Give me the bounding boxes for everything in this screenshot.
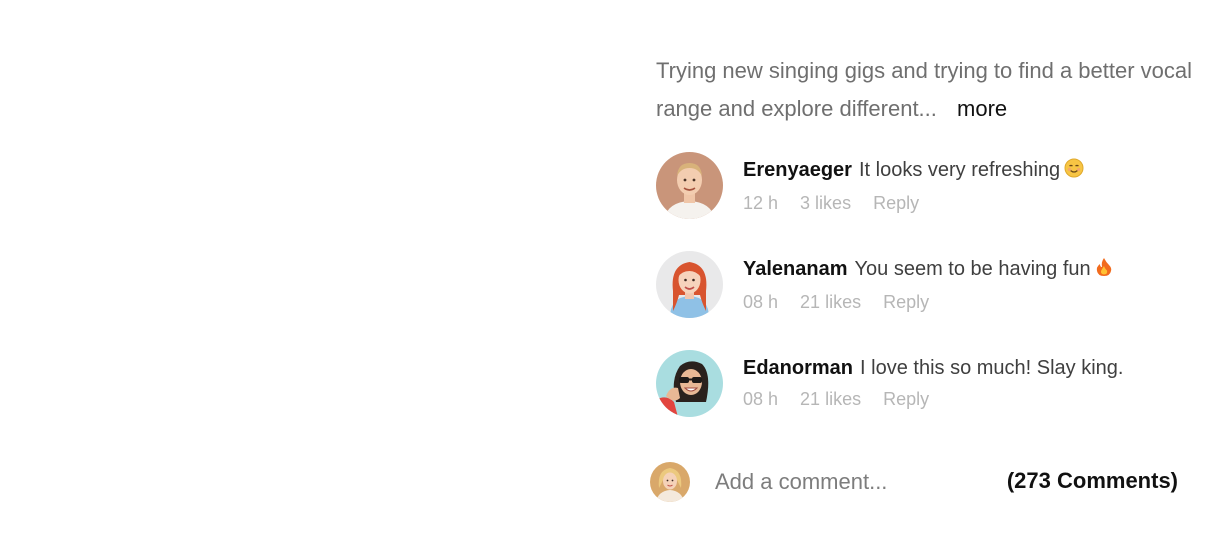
reply-button[interactable]: Reply xyxy=(883,292,929,312)
comment-input[interactable] xyxy=(715,464,975,500)
comment-item: Erenyaeger It looks very refreshing 12 h 3… xyxy=(656,152,1196,220)
comments-count-link[interactable]: (273 Comments) xyxy=(1007,468,1178,494)
comment-item: Edanorman I love this so much! Slay king.… xyxy=(656,350,1196,418)
caption-text: Trying new singing gigs and trying to fi… xyxy=(656,58,1193,121)
comment-likes[interactable]: 21 likes xyxy=(800,292,861,312)
comment-username[interactable]: Erenyaeger xyxy=(743,159,852,181)
comment-text: It looks very refreshing xyxy=(858,159,1061,181)
comment-text: I love this so much! Slay king. xyxy=(860,357,1124,379)
avatar[interactable] xyxy=(656,350,723,417)
comment-item: Yalenanam You seem to be having fun 08 h 2… xyxy=(656,251,1196,319)
smiling-face-icon xyxy=(1064,158,1084,185)
comment-time: 12 h xyxy=(743,193,779,213)
add-comment-bar: (273 Comments) xyxy=(650,462,1178,502)
fire-icon xyxy=(1095,257,1113,284)
comment-likes[interactable]: 21 likes xyxy=(800,389,861,409)
avatar[interactable] xyxy=(656,152,723,219)
comment-text: You seem to be having fun xyxy=(854,258,1091,280)
comment-likes[interactable]: 3 likes xyxy=(800,193,851,213)
more-link[interactable]: more xyxy=(957,96,1007,121)
comment-time: 08 h xyxy=(743,292,779,312)
comment-username[interactable]: Edanorman xyxy=(743,357,853,379)
comment-username[interactable]: Yalenanam xyxy=(743,258,848,280)
comment-time: 08 h xyxy=(743,389,779,409)
avatar[interactable] xyxy=(656,251,723,318)
reply-button[interactable]: Reply xyxy=(873,193,919,213)
post-caption: Trying new singing gigs and trying to fi… xyxy=(656,52,1196,128)
current-user-avatar xyxy=(650,462,690,502)
reply-button[interactable]: Reply xyxy=(883,389,929,409)
